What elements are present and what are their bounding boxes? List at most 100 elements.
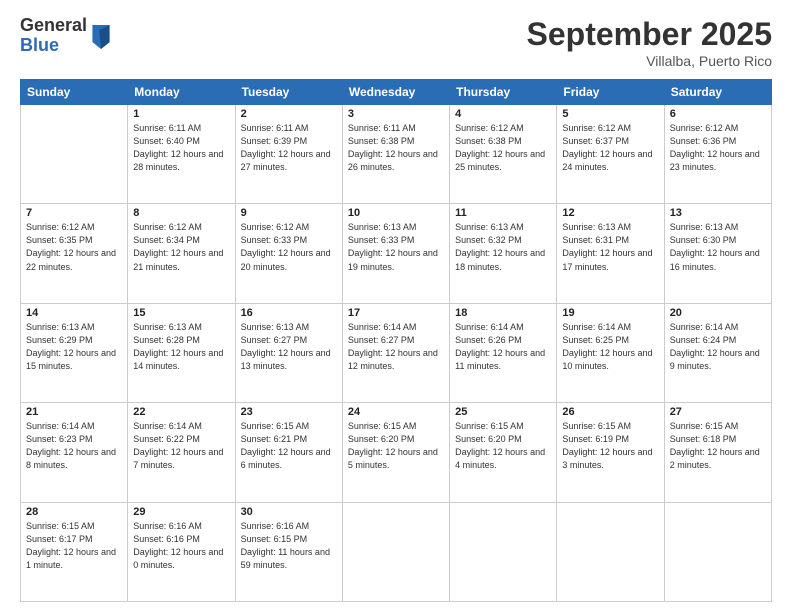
day-info: Sunrise: 6:12 AM Sunset: 6:36 PM Dayligh… — [670, 122, 766, 174]
day-number: 22 — [133, 406, 229, 418]
day-info: Sunrise: 6:14 AM Sunset: 6:22 PM Dayligh… — [133, 420, 229, 472]
day-info: Sunrise: 6:13 AM Sunset: 6:29 PM Dayligh… — [26, 321, 122, 373]
calendar-cell: 24 Sunrise: 6:15 AM Sunset: 6:20 PM Dayli… — [342, 403, 449, 502]
calendar-cell: 13Sunrise: 6:13 AM Sunset: 6:30 PM Dayli… — [664, 204, 771, 303]
day-info: Sunrise: 6:15 AM Sunset: 6:20 PM Dayligh… — [348, 420, 444, 472]
page: General Blue September 2025 Villalba, Pu… — [0, 0, 792, 612]
calendar-cell: 20Sunrise: 6:14 AM Sunset: 6:24 PM Dayli… — [664, 303, 771, 402]
calendar-week-row: 1 Sunrise: 6:11 AM Sunset: 6:40 PM Daylig… — [21, 105, 772, 204]
day-info: Sunrise: 6:12 AM Sunset: 6:34 PM Dayligh… — [133, 221, 229, 273]
weekday-header: Monday — [128, 80, 235, 105]
day-number: 8 — [133, 207, 229, 219]
calendar-cell: 10Sunrise: 6:13 AM Sunset: 6:33 PM Dayli… — [342, 204, 449, 303]
calendar-cell: 18 Sunrise: 6:14 AM Sunset: 6:26 PM Dayli… — [450, 303, 557, 402]
weekday-header: Sunday — [21, 80, 128, 105]
weekday-header: Saturday — [664, 80, 771, 105]
day-info: Sunrise: 6:13 AM Sunset: 6:31 PM Dayligh… — [562, 221, 658, 273]
calendar-cell — [21, 105, 128, 204]
calendar-cell: 15 Sunrise: 6:13 AM Sunset: 6:28 PM Dayli… — [128, 303, 235, 402]
day-info: Sunrise: 6:11 AM Sunset: 6:40 PM Dayligh… — [133, 122, 229, 174]
logo: General Blue — [20, 16, 111, 56]
day-number: 17 — [348, 307, 444, 319]
day-number: 12 — [562, 207, 658, 219]
calendar-cell: 6 Sunrise: 6:12 AM Sunset: 6:36 PM Daylig… — [664, 105, 771, 204]
calendar-cell: 16 Sunrise: 6:13 AM Sunset: 6:27 PM Dayli… — [235, 303, 342, 402]
logo-general: General — [20, 16, 87, 36]
calendar-cell — [664, 502, 771, 601]
day-number: 23 — [241, 406, 337, 418]
day-number: 29 — [133, 506, 229, 518]
location: Villalba, Puerto Rico — [527, 53, 772, 69]
calendar-week-row: 28 Sunrise: 6:15 AM Sunset: 6:17 PM Dayli… — [21, 502, 772, 601]
calendar-cell: 14Sunrise: 6:13 AM Sunset: 6:29 PM Dayli… — [21, 303, 128, 402]
day-number: 3 — [348, 108, 444, 120]
day-number: 21 — [26, 406, 122, 418]
day-number: 28 — [26, 506, 122, 518]
day-number: 20 — [670, 307, 766, 319]
day-number: 10 — [348, 207, 444, 219]
day-number: 30 — [241, 506, 337, 518]
calendar-table: SundayMondayTuesdayWednesdayThursdayFrid… — [20, 79, 772, 602]
calendar-cell — [557, 502, 664, 601]
calendar-cell: 4 Sunrise: 6:12 AM Sunset: 6:38 PM Daylig… — [450, 105, 557, 204]
logo-blue: Blue — [20, 36, 87, 56]
day-number: 24 — [348, 406, 444, 418]
day-info: Sunrise: 6:13 AM Sunset: 6:27 PM Dayligh… — [241, 321, 337, 373]
day-number: 6 — [670, 108, 766, 120]
calendar-cell: 29 Sunrise: 6:16 AM Sunset: 6:16 PM Dayli… — [128, 502, 235, 601]
calendar-cell — [450, 502, 557, 601]
calendar-week-row: 7 Sunrise: 6:12 AM Sunset: 6:35 PM Daylig… — [21, 204, 772, 303]
day-info: Sunrise: 6:16 AM Sunset: 6:16 PM Dayligh… — [133, 520, 229, 572]
day-info: Sunrise: 6:15 AM Sunset: 6:19 PM Dayligh… — [562, 420, 658, 472]
calendar-cell: 5Sunrise: 6:12 AM Sunset: 6:37 PM Daylig… — [557, 105, 664, 204]
day-number: 13 — [670, 207, 766, 219]
day-info: Sunrise: 6:15 AM Sunset: 6:20 PM Dayligh… — [455, 420, 551, 472]
day-info: Sunrise: 6:14 AM Sunset: 6:27 PM Dayligh… — [348, 321, 444, 373]
calendar-cell: 3 Sunrise: 6:11 AM Sunset: 6:38 PM Daylig… — [342, 105, 449, 204]
day-number: 2 — [241, 108, 337, 120]
day-number: 11 — [455, 207, 551, 219]
day-number: 16 — [241, 307, 337, 319]
calendar-cell: 28 Sunrise: 6:15 AM Sunset: 6:17 PM Dayli… — [21, 502, 128, 601]
day-info: Sunrise: 6:12 AM Sunset: 6:38 PM Dayligh… — [455, 122, 551, 174]
day-number: 7 — [26, 207, 122, 219]
day-info: Sunrise: 6:15 AM Sunset: 6:18 PM Dayligh… — [670, 420, 766, 472]
day-info: Sunrise: 6:12 AM Sunset: 6:35 PM Dayligh… — [26, 221, 122, 273]
day-number: 15 — [133, 307, 229, 319]
day-info: Sunrise: 6:11 AM Sunset: 6:38 PM Dayligh… — [348, 122, 444, 174]
day-info: Sunrise: 6:14 AM Sunset: 6:25 PM Dayligh… — [562, 321, 658, 373]
calendar-cell: 7 Sunrise: 6:12 AM Sunset: 6:35 PM Daylig… — [21, 204, 128, 303]
weekday-header: Thursday — [450, 80, 557, 105]
calendar-cell: 12 Sunrise: 6:13 AM Sunset: 6:31 PM Dayli… — [557, 204, 664, 303]
day-number: 9 — [241, 207, 337, 219]
day-info: Sunrise: 6:13 AM Sunset: 6:32 PM Dayligh… — [455, 221, 551, 273]
day-info: Sunrise: 6:13 AM Sunset: 6:28 PM Dayligh… — [133, 321, 229, 373]
title-block: September 2025 Villalba, Puerto Rico — [527, 16, 772, 69]
day-info: Sunrise: 6:14 AM Sunset: 6:26 PM Dayligh… — [455, 321, 551, 373]
day-number: 27 — [670, 406, 766, 418]
day-info: Sunrise: 6:14 AM Sunset: 6:23 PM Dayligh… — [26, 420, 122, 472]
header: General Blue September 2025 Villalba, Pu… — [20, 16, 772, 69]
calendar-week-row: 21 Sunrise: 6:14 AM Sunset: 6:23 PM Dayli… — [21, 403, 772, 502]
day-info: Sunrise: 6:12 AM Sunset: 6:33 PM Dayligh… — [241, 221, 337, 273]
calendar-cell: 22 Sunrise: 6:14 AM Sunset: 6:22 PM Dayli… — [128, 403, 235, 502]
day-number: 18 — [455, 307, 551, 319]
day-number: 19 — [562, 307, 658, 319]
calendar-cell: 11 Sunrise: 6:13 AM Sunset: 6:32 PM Dayli… — [450, 204, 557, 303]
logo-icon — [91, 25, 111, 49]
calendar-cell — [342, 502, 449, 601]
weekday-header: Tuesday — [235, 80, 342, 105]
day-info: Sunrise: 6:15 AM Sunset: 6:17 PM Dayligh… — [26, 520, 122, 572]
day-number: 5 — [562, 108, 658, 120]
weekday-header: Wednesday — [342, 80, 449, 105]
calendar-cell: 21 Sunrise: 6:14 AM Sunset: 6:23 PM Dayli… — [21, 403, 128, 502]
calendar-cell: 23Sunrise: 6:15 AM Sunset: 6:21 PM Dayli… — [235, 403, 342, 502]
calendar-header-row: SundayMondayTuesdayWednesdayThursdayFrid… — [21, 80, 772, 105]
day-number: 4 — [455, 108, 551, 120]
calendar-cell: 30Sunrise: 6:16 AM Sunset: 6:15 PM Dayli… — [235, 502, 342, 601]
calendar-week-row: 14Sunrise: 6:13 AM Sunset: 6:29 PM Dayli… — [21, 303, 772, 402]
calendar-cell: 8 Sunrise: 6:12 AM Sunset: 6:34 PM Daylig… — [128, 204, 235, 303]
day-number: 25 — [455, 406, 551, 418]
day-number: 1 — [133, 108, 229, 120]
calendar-cell: 9 Sunrise: 6:12 AM Sunset: 6:33 PM Daylig… — [235, 204, 342, 303]
